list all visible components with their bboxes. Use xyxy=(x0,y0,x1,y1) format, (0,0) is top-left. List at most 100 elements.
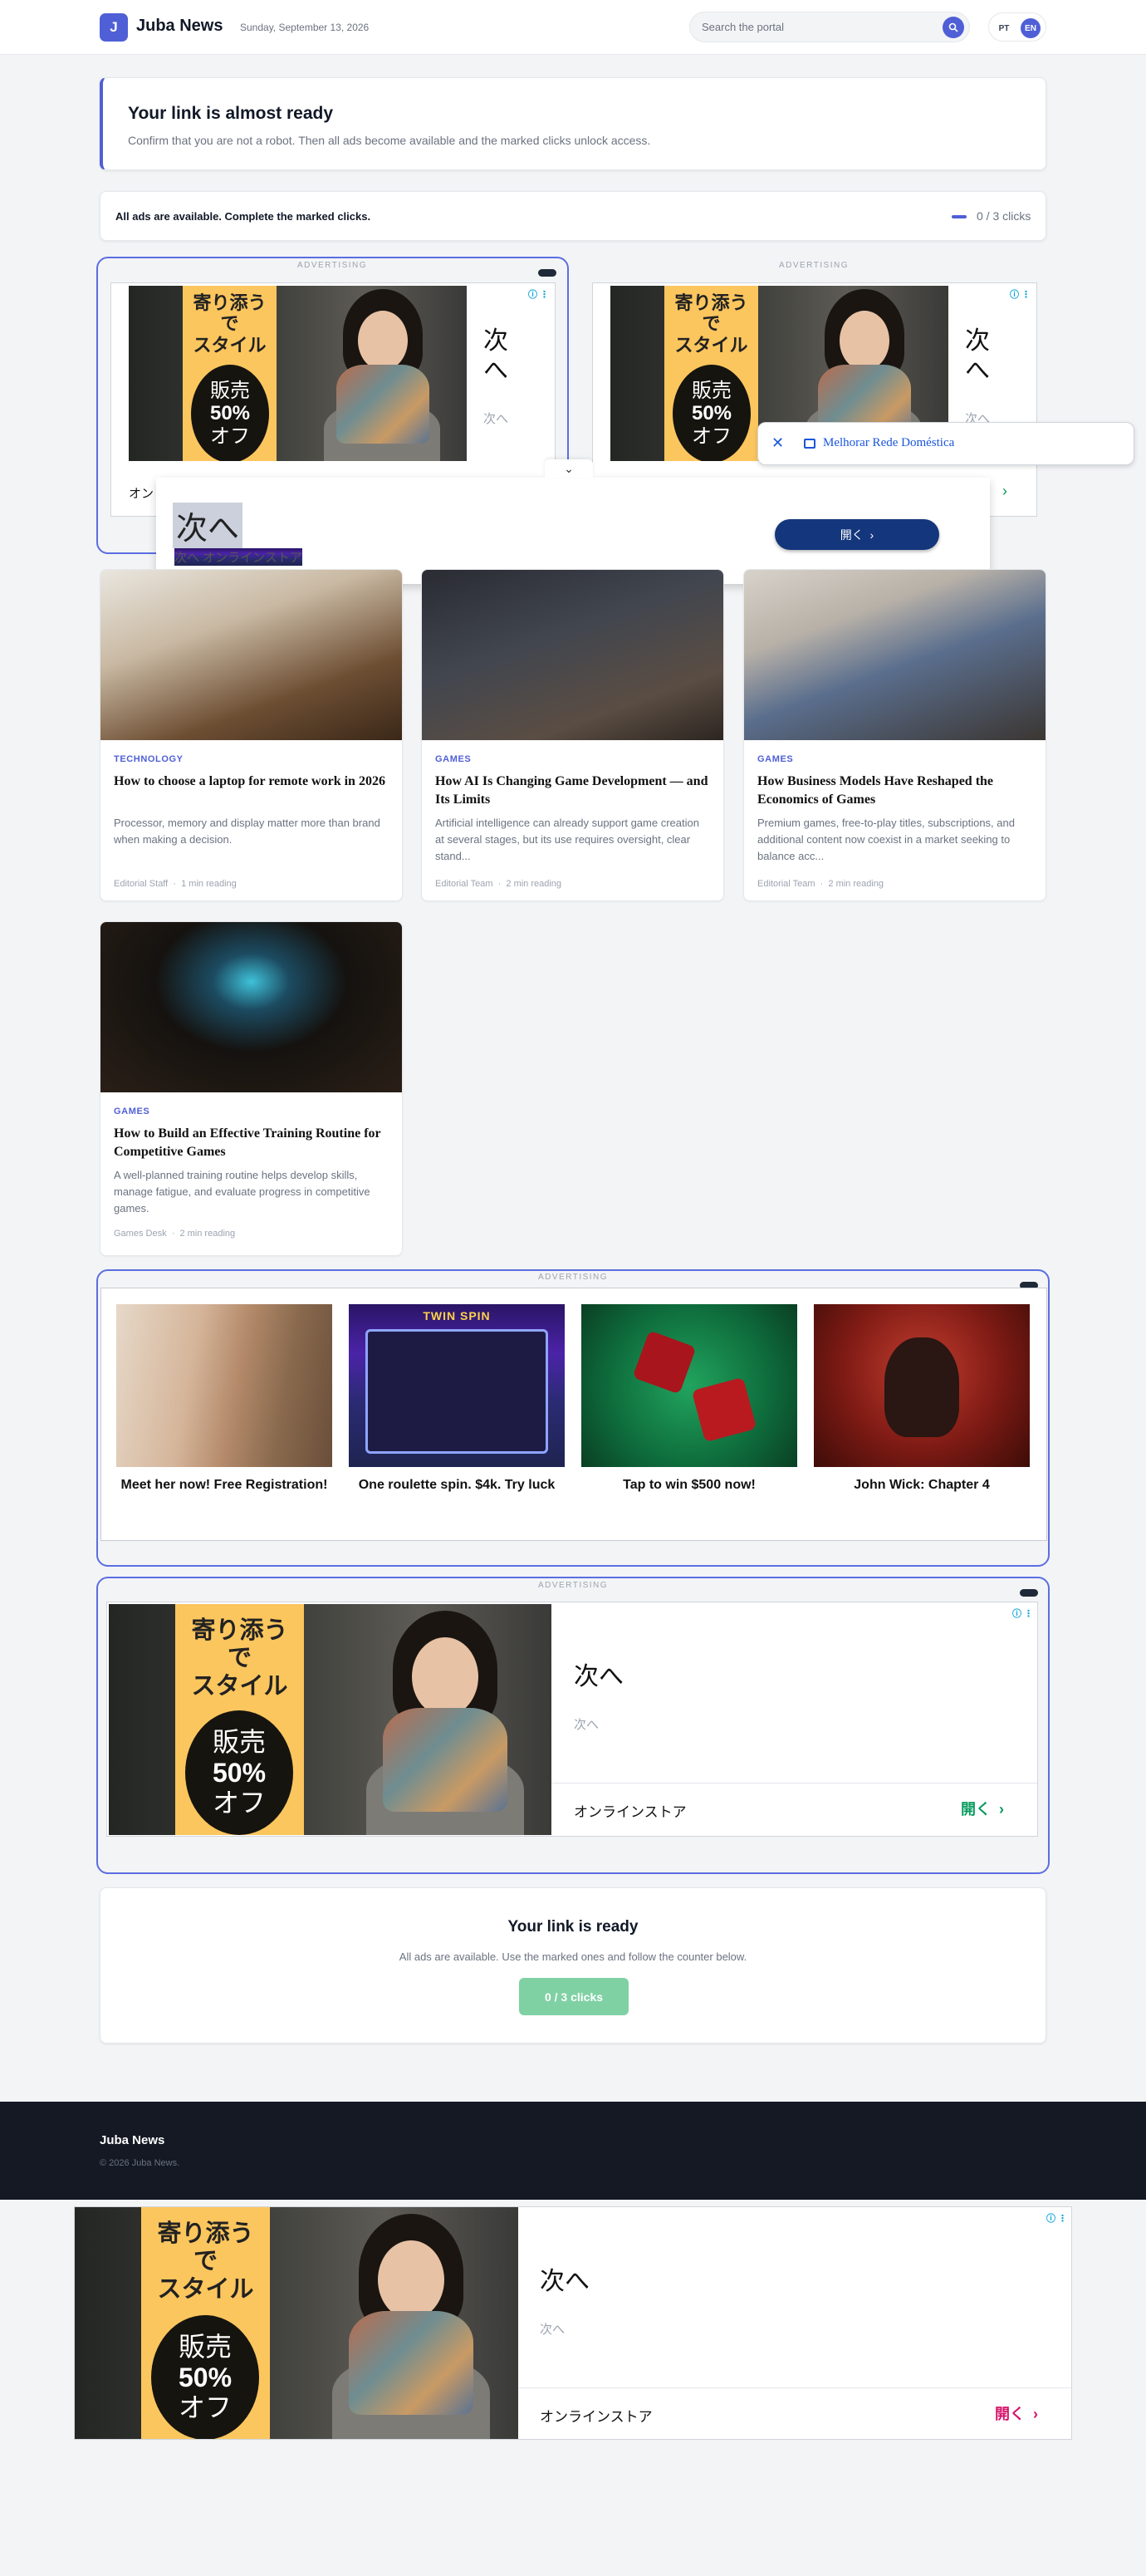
progress-counter: 0 / 3 clicks xyxy=(977,209,1031,223)
article-excerpt: Artificial intelligence can already supp… xyxy=(435,817,699,863)
open-ad-button[interactable]: 開く › xyxy=(775,519,939,550)
article-category[interactable]: GAMES xyxy=(435,754,471,764)
brand-name[interactable]: Juba News xyxy=(136,17,223,36)
promo-title[interactable]: Meet her now! Free Registration! xyxy=(116,1475,332,1494)
article-title[interactable]: How to choose a laptop for remote work i… xyxy=(114,773,389,791)
floating-nav-label[interactable]: Melhorar Rede Doméstica xyxy=(823,436,954,450)
site-footer: Juba News © 2026 Juba News. xyxy=(0,2102,1146,2200)
ad-title[interactable]: 次へ xyxy=(965,326,990,386)
article-title[interactable]: How Business Models Have Reshaped the Ec… xyxy=(757,773,1032,808)
sale-badge: 販売 50% オフ xyxy=(151,2315,259,2439)
language-switcher: PT EN xyxy=(988,12,1046,42)
search-placeholder: Search the portal xyxy=(702,21,785,33)
info-icon[interactable]: ⓘ ⋮ xyxy=(1046,2211,1067,2225)
close-icon[interactable]: ✕ xyxy=(771,434,784,452)
article-title[interactable]: How to Build an Effective Training Routi… xyxy=(114,1125,389,1160)
site-header: J Juba News Sunday, September 13, 2026 S… xyxy=(0,0,1146,55)
promo-title[interactable]: One roulette spin. $4k. Try luck xyxy=(349,1475,565,1494)
ad-banner-image[interactable]: 寄り添う で スタイル 販売 50% オフ xyxy=(75,2207,518,2439)
chevron-right-icon[interactable]: › xyxy=(1002,483,1007,500)
info-icon[interactable]: ⓘ ⋮ xyxy=(1012,1607,1033,1620)
article-title[interactable]: How AI Is Changing Game Development — an… xyxy=(435,773,710,808)
floating-nav-chip[interactable]: ✕ Melhorar Rede Doméstica xyxy=(757,422,1134,465)
article-card[interactable]: GAMES How AI Is Changing Game Developmen… xyxy=(421,569,724,901)
ad-label: ADVERTISING xyxy=(537,1581,609,1590)
ad-subtitle: 次へ xyxy=(540,2323,566,2337)
logo-icon[interactable]: J xyxy=(100,13,128,42)
ad-headline-jp: 寄り添う で スタイル xyxy=(193,292,267,356)
ad-label: ADVERTISING xyxy=(778,261,850,270)
article-category[interactable]: TECHNOLOGY xyxy=(114,754,184,764)
article-meta: Editorial Team · 2 min reading xyxy=(757,879,884,889)
footer-brand[interactable]: Juba News xyxy=(100,2133,164,2147)
expanded-ad-subtitle: 次へ オンラインストア xyxy=(174,548,302,566)
ad-title[interactable]: 次へ xyxy=(540,2260,590,2297)
sale-badge: 販売 50% オフ xyxy=(673,365,751,461)
notice-text: Confirm that you are not a robot. Then a… xyxy=(128,134,651,147)
info-icon[interactable]: ⓘ ⋮ xyxy=(1010,287,1031,301)
lang-pt-button[interactable]: PT xyxy=(994,18,1014,38)
article-image-gaming-setup[interactable] xyxy=(744,570,1046,740)
promo-image-4[interactable] xyxy=(814,1304,1030,1467)
article-card[interactable]: GAMES How to Build an Effective Training… xyxy=(100,921,403,1256)
article-meta: Editorial Staff · 1 min reading xyxy=(114,879,237,889)
ad-store-name: オンラインストア xyxy=(574,1804,687,1820)
lang-en-button[interactable]: EN xyxy=(1021,18,1041,38)
ad-headline-jp: 寄り添う で スタイル xyxy=(674,292,748,356)
article-icon xyxy=(804,439,815,449)
ad-label: ADVERTISING xyxy=(537,1273,609,1282)
article-image-laptop[interactable] xyxy=(100,570,402,740)
article-excerpt: Processor, memory and display matter mor… xyxy=(114,817,380,846)
expanded-ad-title[interactable]: 次へ xyxy=(173,503,243,548)
progress-bar xyxy=(952,215,967,218)
article-card[interactable]: GAMES How Business Models Have Reshaped … xyxy=(743,569,1046,901)
ad-marker-pill xyxy=(538,269,556,277)
ad-banner-image[interactable]: 寄り添う で スタイル 販売 50% オフ xyxy=(129,286,467,461)
header-date: Sunday, September 13, 2026 xyxy=(240,22,370,33)
search-input[interactable]: Search the portal xyxy=(689,12,970,42)
ready-title: Your link is ready xyxy=(507,1918,639,1936)
promo-title[interactable]: Tap to win $500 now! xyxy=(581,1475,797,1494)
collapse-chevron-icon[interactable]: ⌄ xyxy=(545,459,593,478)
click-progress-card: All ads are available. Complete the mark… xyxy=(100,191,1046,241)
ad-open-cta[interactable]: 開く › xyxy=(995,2402,1038,2424)
progress-text: All ads are available. Complete the mark… xyxy=(115,210,371,223)
article-meta: Games Desk · 2 min reading xyxy=(114,1229,236,1239)
sticky-bottom-ad[interactable]: 寄り添う で スタイル 販売 50% オフ 次へ 次へ オンラインストア 開く › … xyxy=(74,2206,1072,2440)
article-excerpt: Premium games, free-to-play titles, subs… xyxy=(757,817,1015,863)
article-image-competitive-gamer[interactable] xyxy=(100,922,402,1092)
promo-image-2[interactable]: TWIN SPIN xyxy=(349,1304,565,1467)
sale-badge: 販売 50% オフ xyxy=(185,1710,293,1835)
article-excerpt: A well-planned training routine helps de… xyxy=(114,1169,370,1215)
link-ready-card: Your link is ready All ads are available… xyxy=(100,1887,1046,2044)
ad-title[interactable]: 次へ xyxy=(574,1656,624,1692)
search-icon xyxy=(948,22,958,32)
article-card[interactable]: TECHNOLOGY How to choose a laptop for re… xyxy=(100,569,403,901)
footer-copyright: © 2026 Juba News. xyxy=(100,2158,180,2168)
search-button[interactable] xyxy=(943,17,964,38)
ad-banner-image[interactable]: 寄り添う で スタイル 販売 50% オフ xyxy=(109,1604,551,1835)
ad-store-name: オンラインストア xyxy=(540,2409,653,2425)
article-category[interactable]: GAMES xyxy=(114,1106,149,1116)
promo-title[interactable]: John Wick: Chapter 4 xyxy=(814,1475,1030,1494)
ad-open-cta[interactable]: 開く › xyxy=(961,1798,1004,1819)
ad-subtitle: 次へ xyxy=(574,1718,600,1732)
ad-marker-pill xyxy=(1020,1589,1038,1597)
promo-image-1[interactable] xyxy=(116,1304,332,1467)
ad-label: ADVERTISING xyxy=(296,261,368,270)
info-icon[interactable]: ⓘ ⋮ xyxy=(528,287,549,301)
ad-title[interactable]: 次へ xyxy=(483,326,508,386)
promo-image-3[interactable] xyxy=(581,1304,797,1467)
link-notice-card: Your link is almost ready Confirm that y… xyxy=(100,77,1046,170)
ready-text: All ads are available. Use the marked on… xyxy=(399,1950,747,1963)
expanded-ad-panel[interactable]: ⌄ 次へ 次へ オンラインストア 開く › xyxy=(156,459,990,584)
slot-logo: TWIN SPIN xyxy=(423,1309,491,1322)
continue-button[interactable]: 0 / 3 clicks xyxy=(519,1978,629,2015)
display-ad-3[interactable]: 寄り添う で スタイル 販売 50% オフ 次へ 次へ オンラインストア 開く › … xyxy=(106,1602,1038,1837)
article-category[interactable]: GAMES xyxy=(757,754,793,764)
sale-badge: 販売 50% オフ xyxy=(191,365,269,461)
article-image-game-dev[interactable] xyxy=(422,570,723,740)
ad-store-name: オン xyxy=(129,487,154,501)
ad-headline-jp: 寄り添う で スタイル xyxy=(191,1617,288,1700)
ad-headline-jp: 寄り添う で スタイル xyxy=(157,2220,254,2303)
